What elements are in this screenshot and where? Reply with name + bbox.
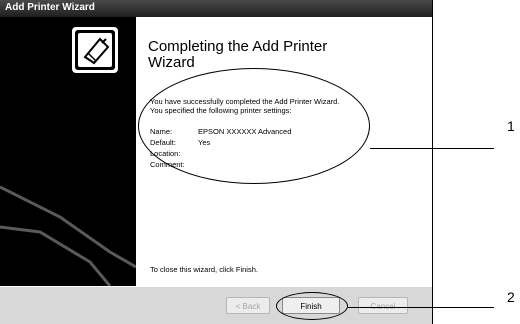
wizard-closing-text: To close this wizard, click Finish. — [150, 265, 258, 274]
finish-callout-ellipse — [276, 292, 348, 320]
add-printer-wizard-window: Add Printer Wizard Completing the Add Pr… — [0, 0, 433, 324]
window-title: Add Printer Wizard — [5, 2, 95, 13]
wizard-heading: Completing the Add Printer Wizard — [148, 38, 328, 71]
cancel-button[interactable]: Cancel — [358, 297, 408, 314]
callout-1-number: 1 — [507, 118, 515, 134]
callout-2-number: 2 — [507, 289, 515, 305]
callout-1-leader — [370, 148, 494, 149]
button-bar: < Back Finish Cancel — [0, 286, 432, 324]
wizard-side-panel — [0, 17, 136, 286]
callout-2-leader — [348, 307, 494, 308]
settings-callout-ellipse — [138, 68, 370, 184]
back-button[interactable]: < Back — [226, 297, 270, 314]
printer-wizard-icon — [0, 27, 136, 286]
title-bar: Add Printer Wizard — [0, 0, 432, 17]
